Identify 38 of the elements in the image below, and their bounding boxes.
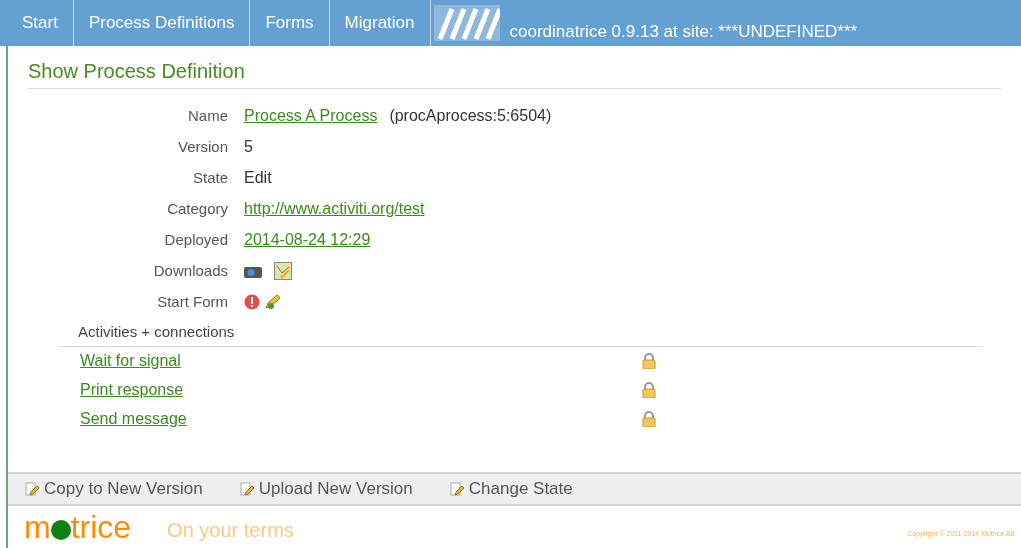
- field-value: 5: [244, 137, 253, 157]
- action-button[interactable]: Copy to New Version: [24, 476, 203, 502]
- padlock-icon: [642, 382, 656, 398]
- field-label: State: [191, 167, 229, 188]
- field-label: Category: [166, 198, 229, 219]
- warning-icon: [244, 294, 260, 310]
- pencil-icon: [448, 481, 465, 497]
- nav-tab[interactable]: Migration: [329, 0, 431, 46]
- field-label: Start Form: [156, 291, 229, 312]
- padlock-icon: [642, 353, 656, 369]
- action-button[interactable]: Change State: [448, 476, 573, 502]
- motrice-logo: m trice: [24, 511, 132, 543]
- field-label: Name: [187, 105, 229, 126]
- field-link[interactable]: 2014-08-24 12:29: [244, 228, 371, 252]
- activity-link[interactable]: Print response: [80, 378, 642, 402]
- nav-tab[interactable]: Process Definitions: [73, 0, 251, 46]
- field-label: Deployed: [163, 229, 229, 250]
- pencil-icon[interactable]: [264, 294, 282, 310]
- activity-link[interactable]: Send message: [80, 407, 642, 431]
- field-id: (procAprocess:5:6504): [389, 106, 552, 126]
- action-button[interactable]: Upload New Version: [238, 476, 413, 502]
- camera-icon[interactable]: [244, 264, 262, 278]
- tagline: On your terms: [167, 518, 294, 543]
- site-info: coordinatrice 0.9.13 at site: ***UNDEFINED***: [509, 20, 858, 43]
- map-icon[interactable]: [274, 262, 292, 280]
- nav-tab[interactable]: Start: [7, 0, 74, 46]
- section-title: Activities + connections: [58, 321, 983, 347]
- field-label: Version: [176, 136, 229, 157]
- pencil-icon: [24, 481, 40, 497]
- field-value: Edit: [244, 168, 272, 188]
- padlock-icon: [642, 411, 656, 427]
- field-label: Downloads: [152, 260, 229, 281]
- field-link[interactable]: http://www.activiti.org/test: [244, 197, 425, 221]
- nav-tab[interactable]: Forms: [250, 0, 330, 46]
- field-link[interactable]: Process A Process: [244, 104, 378, 128]
- activity-link[interactable]: Wait for signal: [80, 349, 642, 373]
- pencil-icon: [238, 481, 255, 497]
- page-title: Show Process Definition: [28, 56, 1001, 89]
